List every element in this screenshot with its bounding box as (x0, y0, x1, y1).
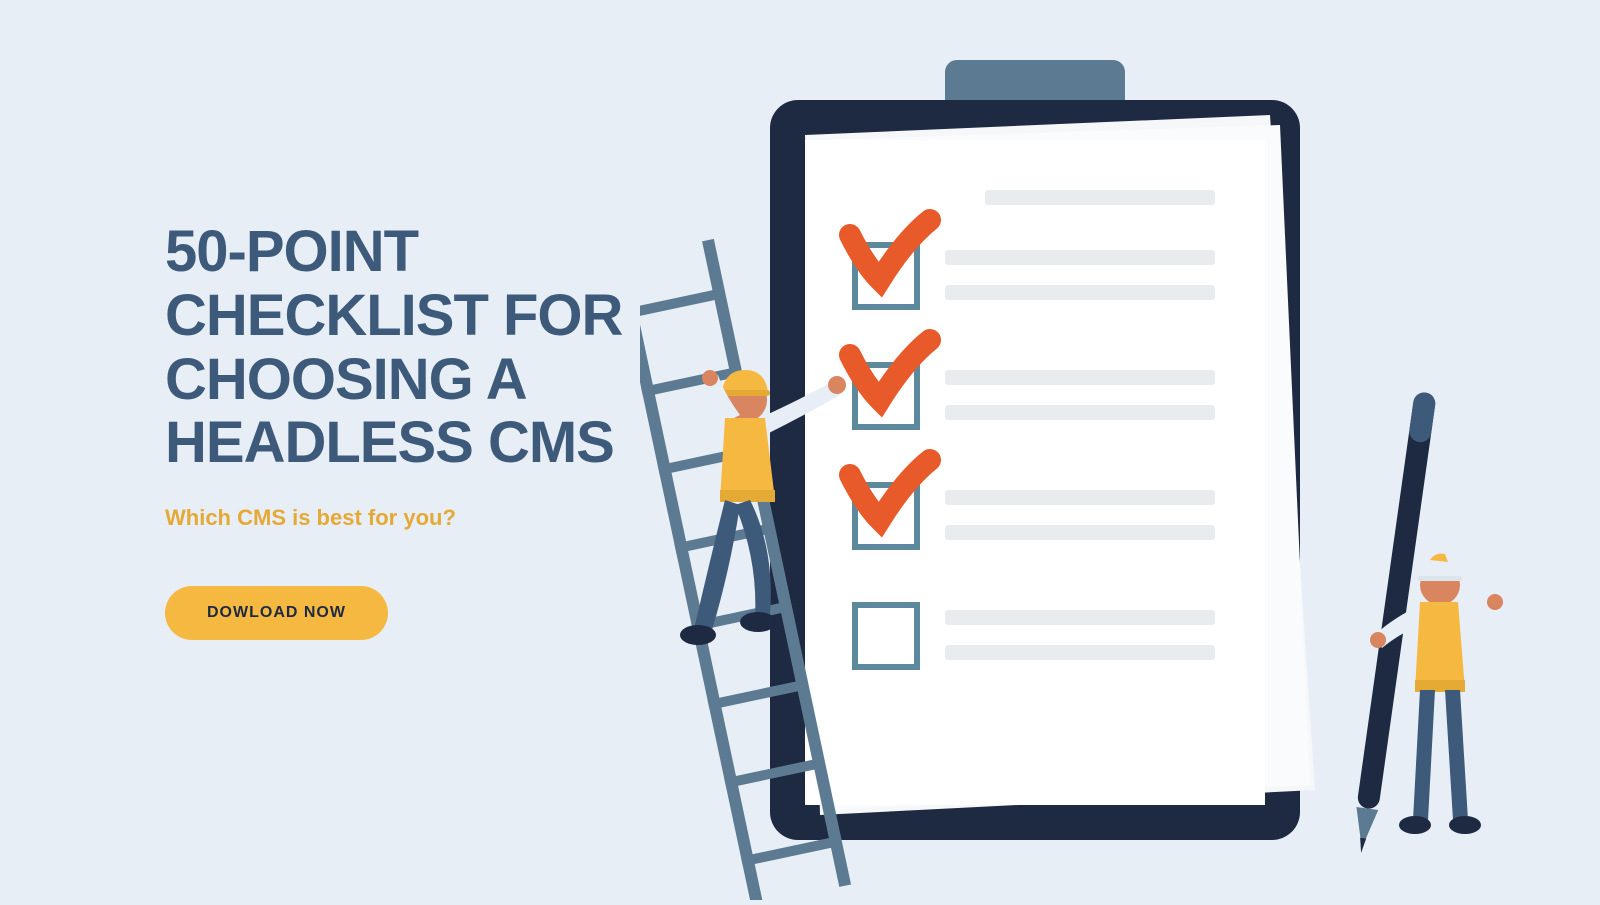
hero-subtitle: Which CMS is best for you? (165, 505, 665, 531)
hero-title: 50-POINT CHECKLIST FOR CHOOSING A HEADLE… (165, 220, 665, 475)
hero-content: 50-POINT CHECKLIST FOR CHOOSING A HEADLE… (165, 220, 665, 640)
download-button[interactable]: DOWLOAD NOW (165, 586, 388, 640)
checklist-illustration (640, 40, 1540, 900)
